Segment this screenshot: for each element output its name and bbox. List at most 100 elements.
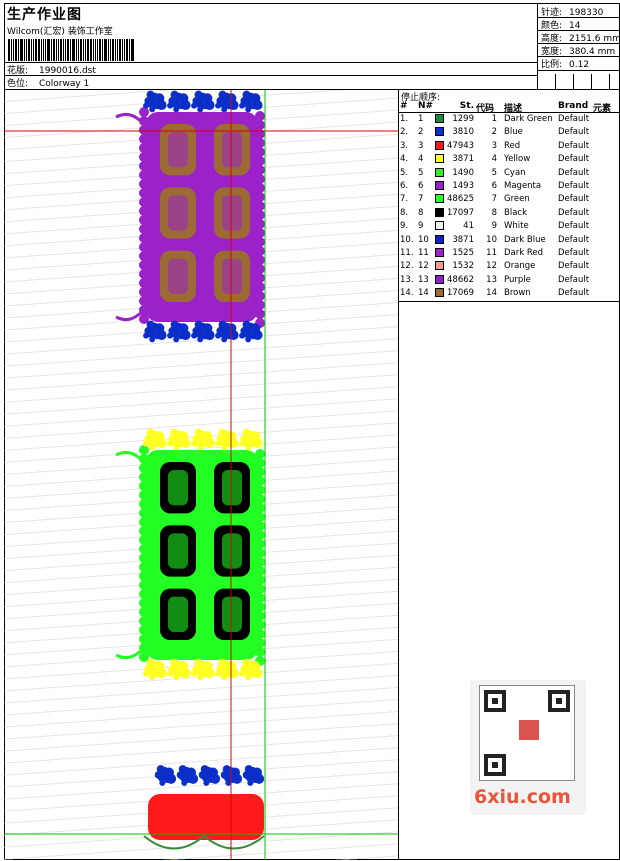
design-shape xyxy=(139,508,149,518)
cell-nn: 14 xyxy=(418,288,429,299)
design-shape xyxy=(139,206,149,216)
design-shape xyxy=(139,526,149,536)
design-shape xyxy=(194,320,203,329)
design-shape xyxy=(255,138,265,148)
barcode xyxy=(8,39,146,61)
design-shape xyxy=(167,440,174,447)
design-shape xyxy=(139,535,149,545)
design-shape xyxy=(149,444,156,451)
design-shape xyxy=(200,765,209,774)
color-swatch xyxy=(435,207,444,217)
design-shape xyxy=(221,336,228,343)
design-shape xyxy=(215,440,222,447)
design-shape xyxy=(255,201,265,211)
design-shape xyxy=(156,100,167,111)
design-shape xyxy=(197,444,204,451)
design-shape xyxy=(139,197,149,207)
color-swatch xyxy=(435,154,444,164)
design-shape xyxy=(254,773,265,784)
cell-code: 9 xyxy=(491,221,497,232)
design-shape xyxy=(191,332,198,339)
cell-st: 3871 xyxy=(452,234,474,245)
design-shape xyxy=(222,596,242,632)
design-shape xyxy=(168,195,188,231)
watermark-logo: 6xiu.com xyxy=(470,680,586,815)
cell-code: 10 xyxy=(486,234,497,245)
design-shape xyxy=(191,102,198,109)
design-shape xyxy=(255,494,265,504)
table-row: 2. 2 3810 2 Blue Default xyxy=(399,127,620,140)
col-header: N# xyxy=(418,101,434,111)
design-shape xyxy=(245,674,252,681)
design-shape xyxy=(255,611,265,621)
cell-brand: Default xyxy=(558,167,590,178)
design-shape xyxy=(242,90,251,99)
design-shape xyxy=(139,107,149,117)
cell-desc: Dark Red xyxy=(504,248,544,258)
cell-st: 41 xyxy=(463,221,474,232)
cell-desc: Blue xyxy=(504,127,523,138)
design-shape xyxy=(255,246,265,256)
cell-st: 3871 xyxy=(452,154,474,165)
stat-value: 0.12 xyxy=(569,60,590,70)
design-shape xyxy=(255,512,265,522)
color-swatch xyxy=(435,181,444,190)
cell-nn: 5 xyxy=(418,167,424,178)
seal-icon xyxy=(517,718,541,742)
design-shape xyxy=(139,215,149,225)
cell-n: 12. xyxy=(400,261,414,272)
design-shape xyxy=(139,571,149,581)
design-shape xyxy=(139,188,149,198)
design-shape xyxy=(255,237,265,247)
stop-sequence-table: 停止顺序: # N# St. 代码 描述 Brand 元素 1. 1 1299 1 Da… xyxy=(399,90,620,302)
design-shape xyxy=(255,584,265,594)
design-shape xyxy=(139,161,149,171)
design-shape xyxy=(181,779,188,786)
design-shape xyxy=(204,330,215,341)
cell-nn: 6 xyxy=(418,181,424,191)
cell-nn: 1 xyxy=(418,114,424,124)
design-shape xyxy=(255,111,265,121)
design-shape xyxy=(255,467,265,477)
design-shape xyxy=(218,90,227,99)
col-header: 描述 xyxy=(504,104,523,114)
design-shape xyxy=(210,773,221,784)
cell-nn: 4 xyxy=(418,154,424,165)
design-shape xyxy=(218,658,227,667)
design-shape xyxy=(191,440,198,447)
design-shape xyxy=(197,106,204,113)
design-shape xyxy=(255,647,265,657)
design-shape xyxy=(228,438,239,449)
design-shape xyxy=(139,260,149,270)
cell-brand: Default xyxy=(558,288,590,299)
design-shape xyxy=(255,183,265,193)
design-shape xyxy=(139,278,149,288)
page-title: 生产作业图 xyxy=(7,7,82,23)
design-shape xyxy=(191,670,198,677)
design-shape xyxy=(221,444,228,451)
design-shape xyxy=(197,336,204,343)
cell-brand: Default xyxy=(558,194,590,205)
design-shape xyxy=(139,233,149,243)
design-shape xyxy=(156,765,165,774)
design-canvas xyxy=(4,90,399,860)
design-shape xyxy=(244,765,253,774)
design-shape xyxy=(239,332,246,339)
design-shape xyxy=(139,481,149,491)
design-shape xyxy=(194,658,203,667)
design-shape xyxy=(232,773,243,784)
design-shape xyxy=(156,668,167,679)
design-shape xyxy=(255,174,265,184)
design-shape xyxy=(139,251,149,261)
cell-code: 7 xyxy=(491,194,497,205)
table-row: 12. 12 1532 12 Orange Default xyxy=(399,261,620,274)
col-header: 元素 xyxy=(593,104,612,114)
cell-st: 1490 xyxy=(452,167,474,178)
design-shape xyxy=(139,553,149,563)
cell-st: 48625 xyxy=(447,194,475,205)
cell-brand: Default xyxy=(558,181,590,191)
color-swatch xyxy=(435,221,444,231)
cell-code: 12 xyxy=(486,261,497,272)
design-shape xyxy=(255,548,265,558)
cell-desc: Dark Blue xyxy=(504,234,546,245)
